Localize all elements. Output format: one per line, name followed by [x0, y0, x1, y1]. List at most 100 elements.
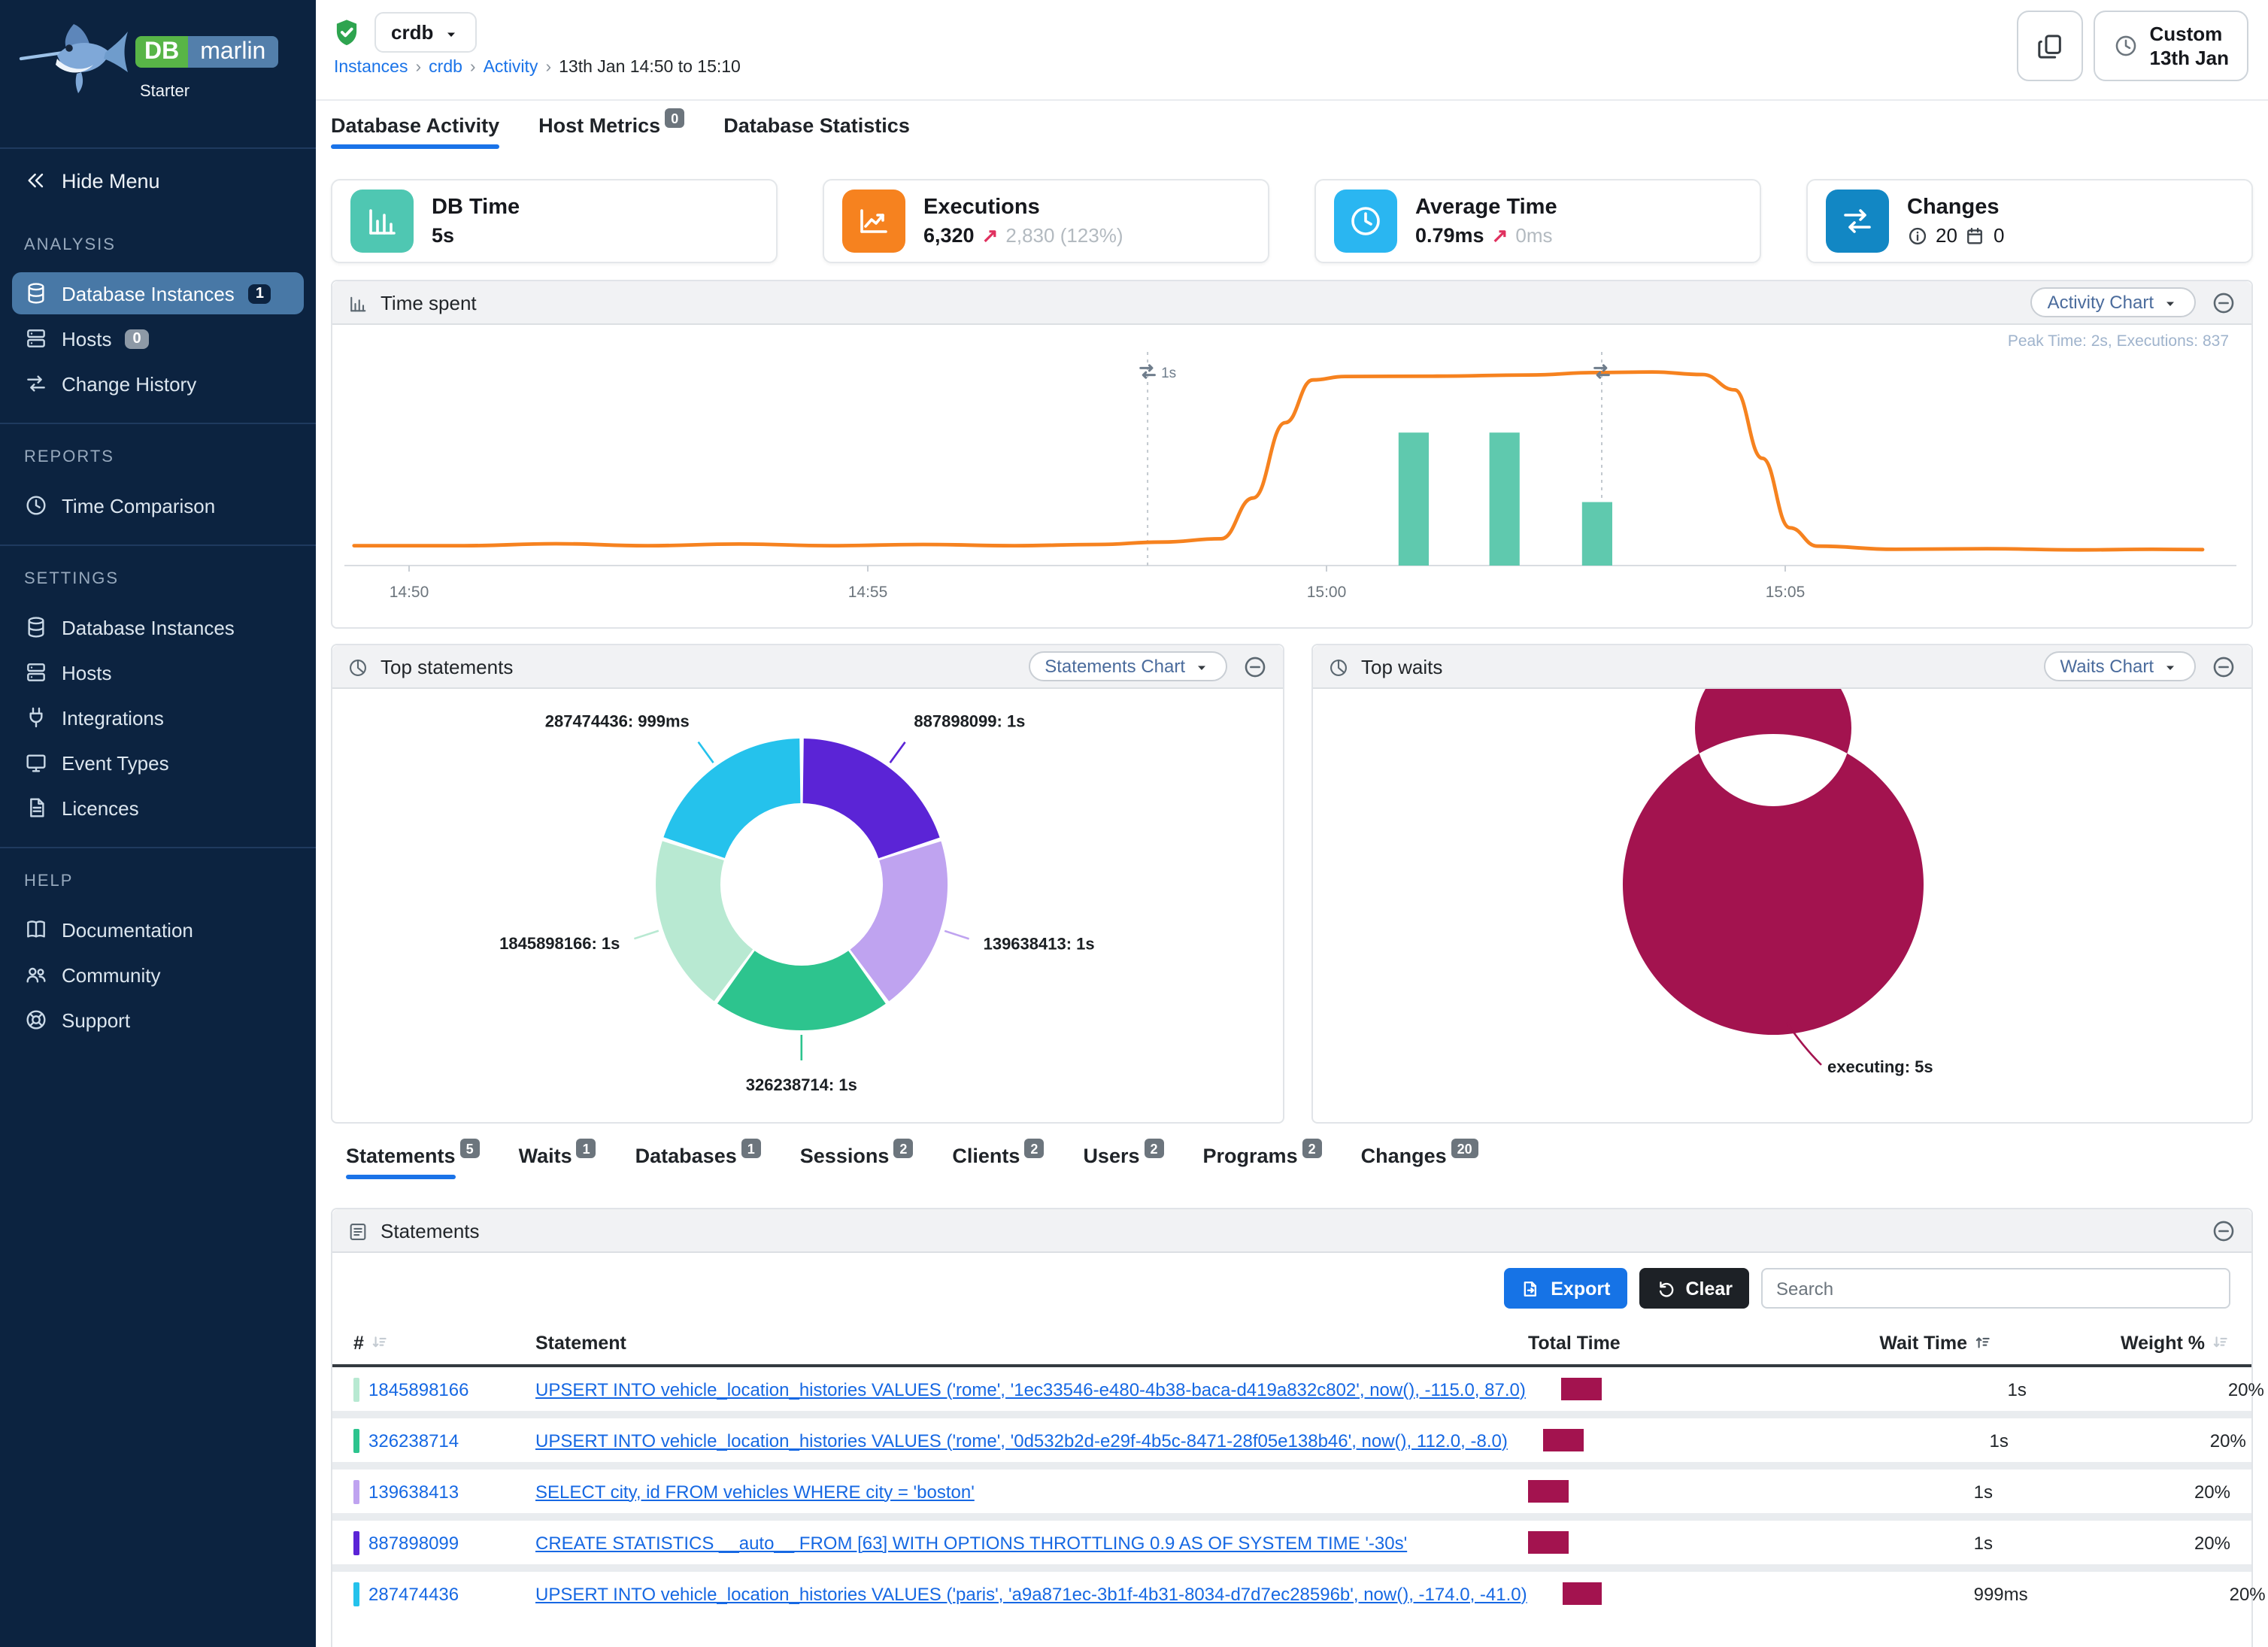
detail-tab-statements[interactable]: Statements5	[346, 1145, 480, 1191]
weight-value: 20%	[2028, 1583, 2266, 1604]
column-header-statement[interactable]: Statement	[535, 1333, 1528, 1354]
breadcrumb-link[interactable]: crdb	[429, 59, 462, 77]
waits-chart-selector[interactable]: Waits Chart	[2044, 651, 2196, 681]
tab-badge: 2	[1024, 1139, 1044, 1158]
sidebar-item-label: Event Types	[62, 752, 169, 775]
sidebar-item-change-history[interactable]: Change History	[12, 363, 304, 405]
collapse-button[interactable]	[1242, 654, 1268, 679]
count-badge: 0	[125, 329, 148, 349]
statement-link[interactable]: CREATE STATISTICS __auto__ FROM [63] WIT…	[535, 1532, 1528, 1553]
copy-icon	[2036, 31, 2066, 61]
sort-icon[interactable]	[370, 1333, 390, 1353]
export-icon	[1521, 1277, 1542, 1299]
column-header-wait-time[interactable]: Wait Time	[1814, 1333, 1993, 1354]
column-header-id[interactable]: #	[353, 1333, 535, 1354]
column-header-weight[interactable]: Weight %	[1993, 1333, 2230, 1354]
sort-icon[interactable]	[1973, 1333, 1993, 1353]
collapse-button[interactable]	[2211, 654, 2236, 679]
sidebar-item-event-types[interactable]: Event Types	[12, 742, 304, 784]
sort-icon[interactable]	[2211, 1333, 2230, 1353]
sidebar-item-integrations[interactable]: Integrations	[12, 697, 304, 739]
statement-link[interactable]: UPSERT INTO vehicle_location_histories V…	[535, 1430, 1544, 1451]
database-icon	[24, 616, 48, 640]
hide-menu-button[interactable]: Hide Menu	[0, 149, 316, 213]
caret-down-icon	[2161, 659, 2179, 677]
statement-link[interactable]: UPSERT INTO vehicle_location_histories V…	[535, 1379, 1562, 1400]
instance-selector[interactable]: crdb	[374, 12, 477, 53]
detail-tab-changes[interactable]: Changes20	[1361, 1145, 1478, 1191]
clock-icon	[1348, 203, 1384, 239]
donut-row: Top statements Statements Chart 88789809…	[331, 644, 2253, 1124]
tab-badge: 2	[1302, 1139, 1322, 1158]
sidebar-item-label: Documentation	[62, 919, 193, 942]
search-input[interactable]	[1761, 1268, 2230, 1309]
statements-chart-selector[interactable]: Statements Chart	[1028, 651, 1227, 681]
collapse-button[interactable]	[2211, 290, 2236, 315]
donut-slice	[1623, 689, 1924, 1035]
kpi-icon-tile	[350, 190, 414, 253]
table-header: #StatementTotal TimeWait TimeWeight %	[332, 1322, 2251, 1367]
chart-bars-icon	[347, 293, 368, 314]
time-range-button[interactable]: Custom13th Jan	[2094, 11, 2249, 81]
tab-host-metrics[interactable]: Host Metrics0	[538, 114, 684, 161]
statement-row: 139638413 SELECT city, id FROM vehicles W…	[332, 1470, 2251, 1513]
statement-id-link[interactable]: 1845898166	[368, 1379, 469, 1400]
kpi-delta: 0ms	[1515, 224, 1552, 247]
clock-icon	[2114, 33, 2139, 59]
breadcrumb-link[interactable]: Activity	[484, 59, 538, 77]
statement-color-bar	[353, 1582, 359, 1606]
tab-badge: 2	[1145, 1139, 1164, 1158]
sidebar-section-label: HELP	[0, 849, 316, 906]
detail-tab-clients[interactable]: Clients2	[952, 1145, 1044, 1191]
statement-link[interactable]: SELECT city, id FROM vehicles WHERE city…	[535, 1481, 1528, 1502]
top-statements-donut: 887898099: 1s139638413: 1s326238714: 1s1…	[332, 689, 1283, 1122]
sidebar-section-label: ANALYSIS	[0, 213, 316, 270]
sidebar-item-community[interactable]: Community	[12, 954, 304, 996]
svg-text:15:05: 15:05	[1766, 584, 1806, 601]
swap-icon	[1839, 203, 1875, 239]
statement-id-link[interactable]: 139638413	[368, 1481, 459, 1502]
breadcrumb-link[interactable]: Instances	[334, 59, 408, 77]
sidebar-item-licences[interactable]: Licences	[12, 787, 304, 830]
statement-id-link[interactable]: 287474436	[368, 1583, 459, 1604]
sidebar-item-support[interactable]: Support	[12, 999, 304, 1042]
export-icon	[1521, 1278, 1542, 1300]
total-time-bar	[1528, 1531, 1569, 1554]
activity-chart-selector[interactable]: Activity Chart	[2031, 287, 2196, 317]
trend-up-arrow: ↗	[982, 223, 999, 247]
server-icon	[24, 327, 48, 351]
trend-up-icon	[856, 203, 892, 239]
statement-id-link[interactable]: 887898099	[368, 1532, 459, 1553]
statement-id-link[interactable]: 326238714	[368, 1430, 459, 1451]
detail-tab-users[interactable]: Users2	[1083, 1145, 1163, 1191]
sidebar-item-database-instances[interactable]: Database Instances1	[12, 273, 304, 315]
sidebar-section-reports: REPORTSTime Comparison	[0, 423, 316, 545]
sidebar-item-label: Database Instances	[62, 617, 235, 639]
tab-badge: 0	[665, 108, 684, 128]
sidebar-item-label: Time Comparison	[62, 495, 215, 517]
sidebar-item-time-comparison[interactable]: Time Comparison	[12, 485, 304, 527]
donut-slice	[803, 739, 940, 858]
detail-tab-waits[interactable]: Waits1	[519, 1145, 596, 1191]
shield-check-icon	[331, 17, 362, 48]
tab-database-statistics[interactable]: Database Statistics	[723, 114, 910, 161]
sidebar-item-documentation[interactable]: Documentation	[12, 909, 304, 951]
caret-down-icon	[1193, 659, 1211, 677]
breadcrumb-separator: ›	[470, 59, 476, 77]
detail-tab-databases[interactable]: Databases1	[635, 1145, 761, 1191]
svg-text:14:50: 14:50	[390, 584, 429, 601]
sidebar: DBmarlin Starter Hide Menu ANALYSISDatab…	[0, 0, 316, 1647]
detail-tab-programs[interactable]: Programs2	[1203, 1145, 1322, 1191]
copy-button[interactable]	[2018, 11, 2084, 81]
donut-label: 326238714: 1s	[746, 1075, 857, 1094]
statement-link[interactable]: UPSERT INTO vehicle_location_histories V…	[535, 1583, 1563, 1604]
sidebar-item-database-instances[interactable]: Database Instances	[12, 607, 304, 649]
clear-button[interactable]: Clear	[1639, 1268, 1749, 1309]
sidebar-item-hosts[interactable]: Hosts	[12, 652, 304, 694]
collapse-button[interactable]	[2211, 1218, 2236, 1243]
sidebar-item-hosts[interactable]: Hosts0	[12, 318, 304, 360]
detail-tab-sessions[interactable]: Sessions2	[800, 1145, 914, 1191]
tab-database-activity[interactable]: Database Activity	[331, 114, 499, 161]
column-header-total-time[interactable]: Total Time	[1528, 1333, 1814, 1354]
export-button[interactable]: Export	[1504, 1268, 1627, 1309]
